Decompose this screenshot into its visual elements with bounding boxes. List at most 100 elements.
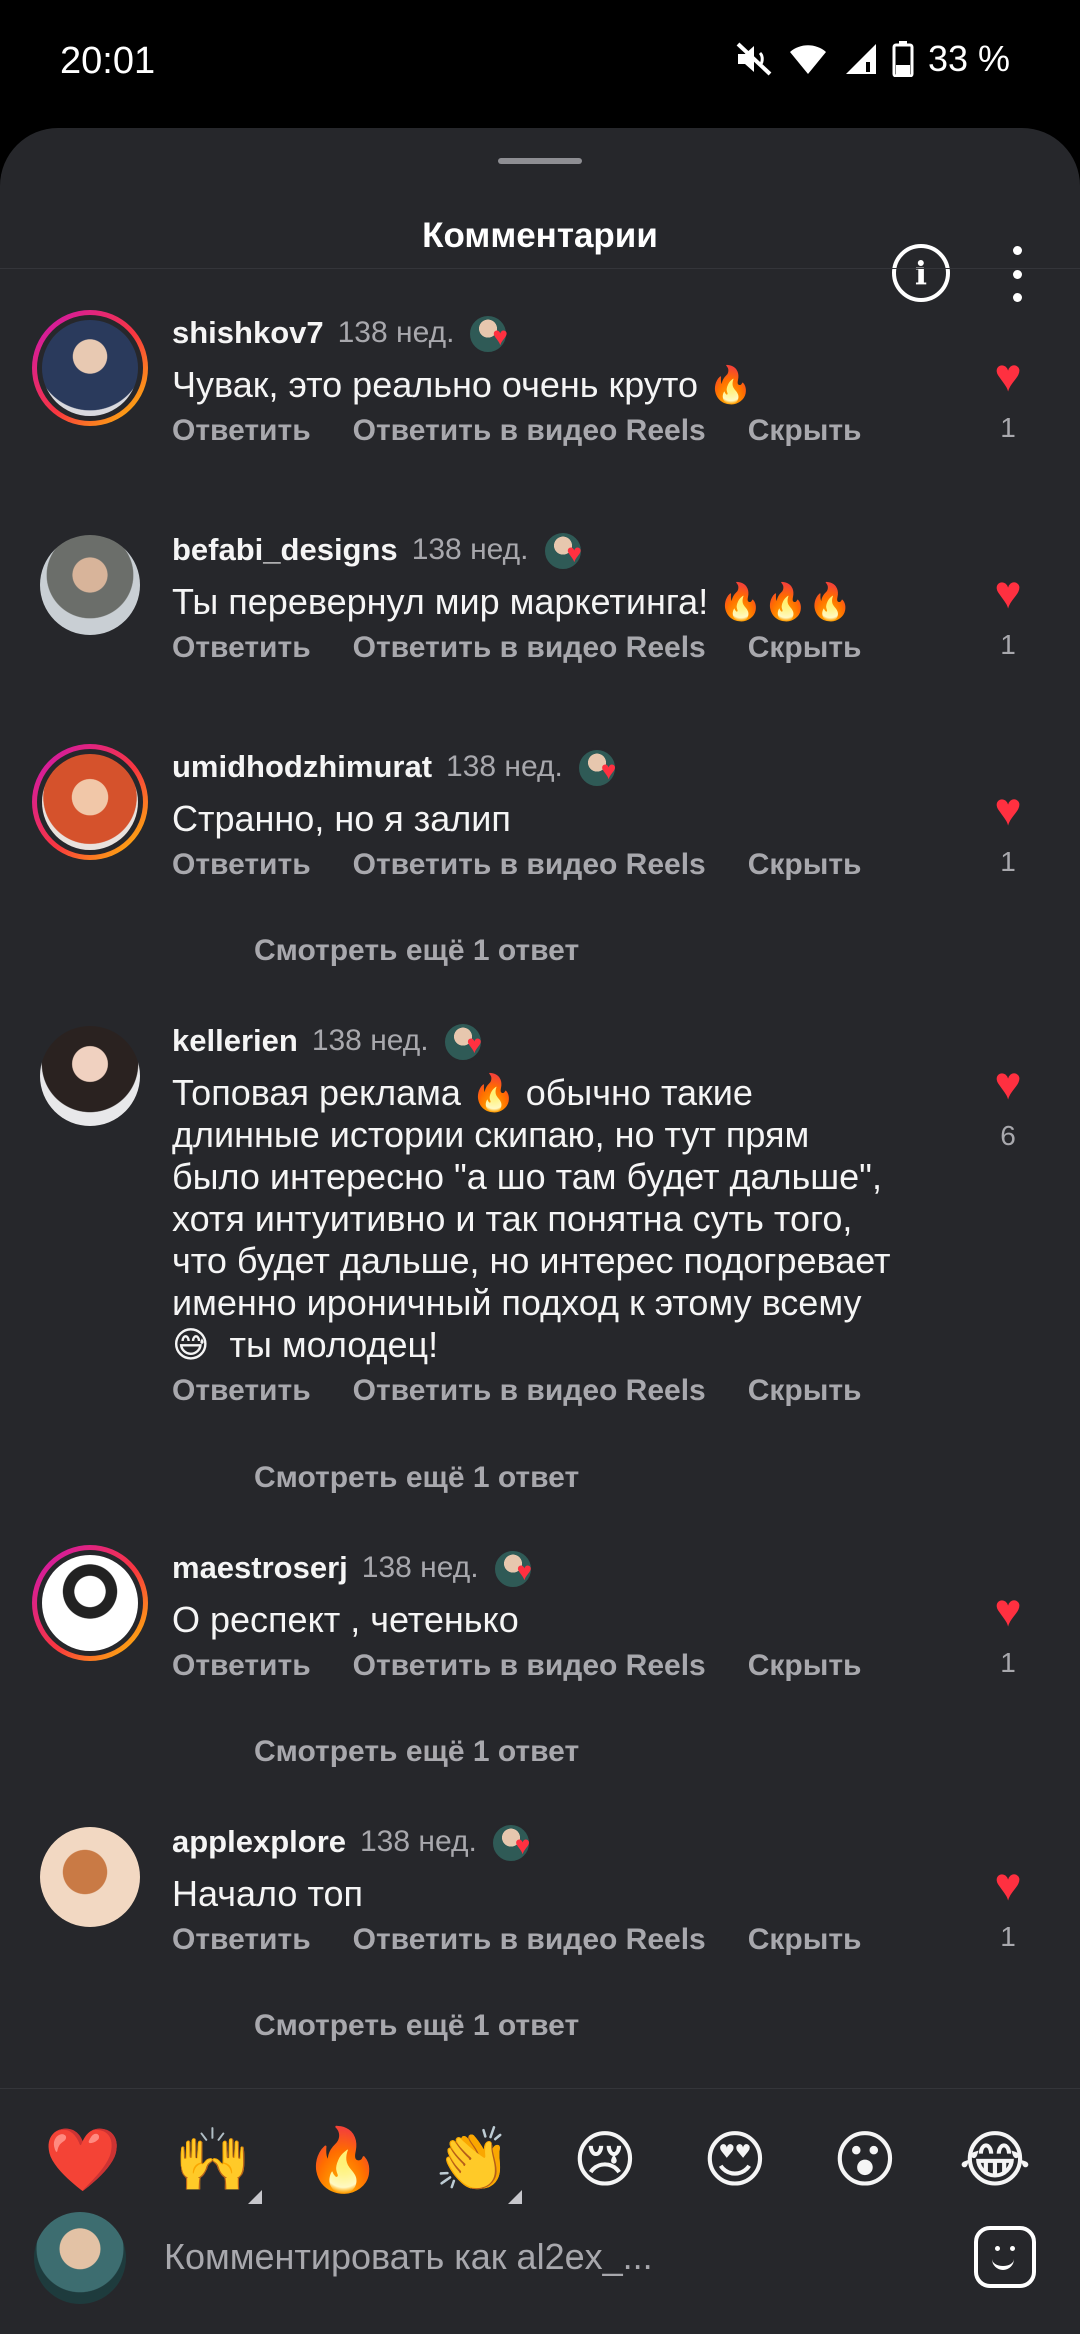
- hide-button[interactable]: Скрыть: [748, 1923, 862, 1957]
- comment-time: 138 нед.: [337, 316, 455, 349]
- info-icon[interactable]: i: [892, 244, 950, 302]
- reply-button[interactable]: Ответить: [172, 1374, 311, 1408]
- like-button[interactable]: ♥ 1: [980, 352, 1036, 444]
- reply-button[interactable]: Ответить: [172, 848, 311, 882]
- comment-text: Странно, но я залип: [172, 798, 511, 839]
- like-button[interactable]: ♥ 6: [980, 1060, 1036, 1152]
- comment-username[interactable]: applexplore: [172, 1824, 346, 1860]
- comment-text: Ты перевернул мир маркетинга! 🔥🔥🔥: [172, 581, 853, 622]
- reply-button[interactable]: Ответить: [172, 1649, 311, 1683]
- wifi-icon: [789, 45, 826, 74]
- reply-button[interactable]: Ответить: [172, 1923, 311, 1957]
- like-count: 6: [1000, 1120, 1016, 1151]
- drag-handle[interactable]: [498, 158, 582, 164]
- comment-time: 138 нед.: [311, 1024, 429, 1057]
- like-button[interactable]: ♥ 1: [980, 1587, 1036, 1679]
- reply-reels-button[interactable]: Ответить в видео Reels: [353, 848, 706, 882]
- view-more-replies-button[interactable]: Смотреть ещё 1 ответ: [254, 934, 579, 968]
- heart-icon[interactable]: ♥: [980, 786, 1036, 832]
- quick-reactions: ❤️ 🙌 🔥 👏 😢 😍 😮 😂: [0, 2118, 1080, 2204]
- heart-icon[interactable]: ♥: [980, 1861, 1036, 1907]
- reaction-emoji[interactable]: 😢: [562, 2118, 648, 2204]
- hide-button[interactable]: Скрыть: [748, 1649, 862, 1683]
- more-vertical-icon[interactable]: [1000, 246, 1034, 302]
- reply-reels-button[interactable]: Ответить в видео Reels: [353, 1923, 706, 1957]
- reaction-emoji[interactable]: 👏: [430, 2118, 522, 2204]
- comment-time: 138 нед.: [360, 1825, 477, 1858]
- avatar[interactable]: [32, 1018, 148, 1134]
- view-more-replies-button[interactable]: Смотреть ещё 1 ответ: [254, 1735, 579, 1769]
- reaction-emoji-glyph: 🙌: [174, 2126, 252, 2195]
- reaction-emoji[interactable]: 🔥: [300, 2118, 386, 2204]
- view-more-replies-button[interactable]: Смотреть ещё 1 ответ: [254, 2009, 579, 2043]
- comment-username[interactable]: umidhodzhimurat: [172, 749, 432, 785]
- avatar[interactable]: [32, 310, 148, 426]
- sheet-header: Комментарии i: [0, 184, 1080, 302]
- battery-percent: 33 %: [927, 38, 1010, 79]
- heart-icon[interactable]: ♥: [980, 1060, 1036, 1106]
- reaction-emoji[interactable]: ❤️: [40, 2118, 126, 2204]
- composer-divider: [0, 2088, 1080, 2089]
- comment-username[interactable]: befabi_designs: [172, 532, 398, 568]
- creator-liked-badge: ♥: [576, 748, 627, 788]
- creator-liked-badge: ♥: [492, 1549, 543, 1589]
- comment-text: Топовая реклама 🔥 обычно такие длинные и…: [172, 1072, 891, 1365]
- battery-icon: [892, 41, 914, 77]
- creator-liked-badge: ♥: [542, 531, 593, 571]
- like-button[interactable]: ♥ 1: [980, 569, 1036, 661]
- comment-time: 138 нед.: [361, 1551, 479, 1584]
- avatar[interactable]: [32, 1545, 148, 1661]
- comment-username[interactable]: kellerien: [172, 1023, 298, 1059]
- like-button[interactable]: ♥ 1: [980, 786, 1036, 878]
- hide-button[interactable]: Скрыть: [748, 631, 862, 665]
- my-avatar: [34, 2212, 126, 2304]
- like-count: 1: [1000, 1647, 1016, 1678]
- avatar[interactable]: [32, 1819, 148, 1935]
- heart-icon[interactable]: ♥: [980, 352, 1036, 398]
- comment-username[interactable]: shishkov7: [172, 315, 324, 351]
- comment-username[interactable]: maestroserj: [172, 1550, 348, 1586]
- like-count: 1: [1000, 1921, 1016, 1952]
- heart-icon[interactable]: ♥: [980, 569, 1036, 615]
- status-icons: 33 %: [734, 38, 1010, 80]
- reply-reels-button[interactable]: Ответить в видео Reels: [353, 414, 706, 448]
- like-button[interactable]: ♥ 1: [980, 1861, 1036, 1953]
- sticker-icon[interactable]: [974, 2226, 1036, 2288]
- reaction-emoji[interactable]: 😍: [692, 2118, 778, 2204]
- like-count: 1: [1000, 629, 1016, 660]
- view-more-replies-button[interactable]: Смотреть ещё 1 ответ: [254, 1461, 579, 1495]
- reaction-emoji[interactable]: 😮: [822, 2118, 908, 2204]
- avatar[interactable]: [32, 527, 148, 643]
- status-bar: 20:01 33 %: [0, 0, 1080, 128]
- skin-tone-indicator: [248, 2190, 262, 2204]
- status-time: 20:01: [60, 40, 156, 82]
- comment-text: Чувак, это реально очень круто 🔥: [172, 364, 753, 405]
- reply-button[interactable]: Ответить: [172, 414, 311, 448]
- like-count: 1: [1000, 412, 1016, 443]
- hide-button[interactable]: Скрыть: [748, 414, 862, 448]
- like-count: 1: [1000, 846, 1016, 877]
- mute-icon: [736, 42, 772, 76]
- reply-reels-button[interactable]: Ответить в видео Reels: [353, 1649, 706, 1683]
- comment-time: 138 нед.: [446, 750, 563, 783]
- comment-input[interactable]: Комментировать как al2ex_...: [164, 2236, 653, 2278]
- reply-button[interactable]: Ответить: [172, 631, 311, 665]
- reaction-emoji[interactable]: 😂: [952, 2118, 1038, 2204]
- reaction-emoji[interactable]: 🙌: [170, 2118, 262, 2204]
- signal-icon: [845, 44, 876, 74]
- creator-liked-badge: ♥: [468, 314, 518, 354]
- creator-liked-badge: ♥: [442, 1022, 493, 1062]
- hide-button[interactable]: Скрыть: [748, 848, 862, 882]
- comment-time: 138 нед.: [411, 533, 529, 566]
- reply-reels-button[interactable]: Ответить в видео Reels: [353, 631, 706, 665]
- header-divider: [0, 268, 1080, 269]
- reply-reels-button[interactable]: Ответить в видео Reels: [353, 1374, 706, 1408]
- reaction-emoji-glyph: 👏: [434, 2126, 512, 2195]
- comment-text: Начало топ: [172, 1873, 364, 1914]
- comment-text: О респект , четенько: [172, 1599, 519, 1640]
- avatar[interactable]: [32, 744, 148, 860]
- creator-liked-badge: ♥: [490, 1823, 541, 1863]
- skin-tone-indicator: [508, 2190, 522, 2204]
- heart-icon[interactable]: ♥: [980, 1587, 1036, 1633]
- hide-button[interactable]: Скрыть: [748, 1374, 862, 1408]
